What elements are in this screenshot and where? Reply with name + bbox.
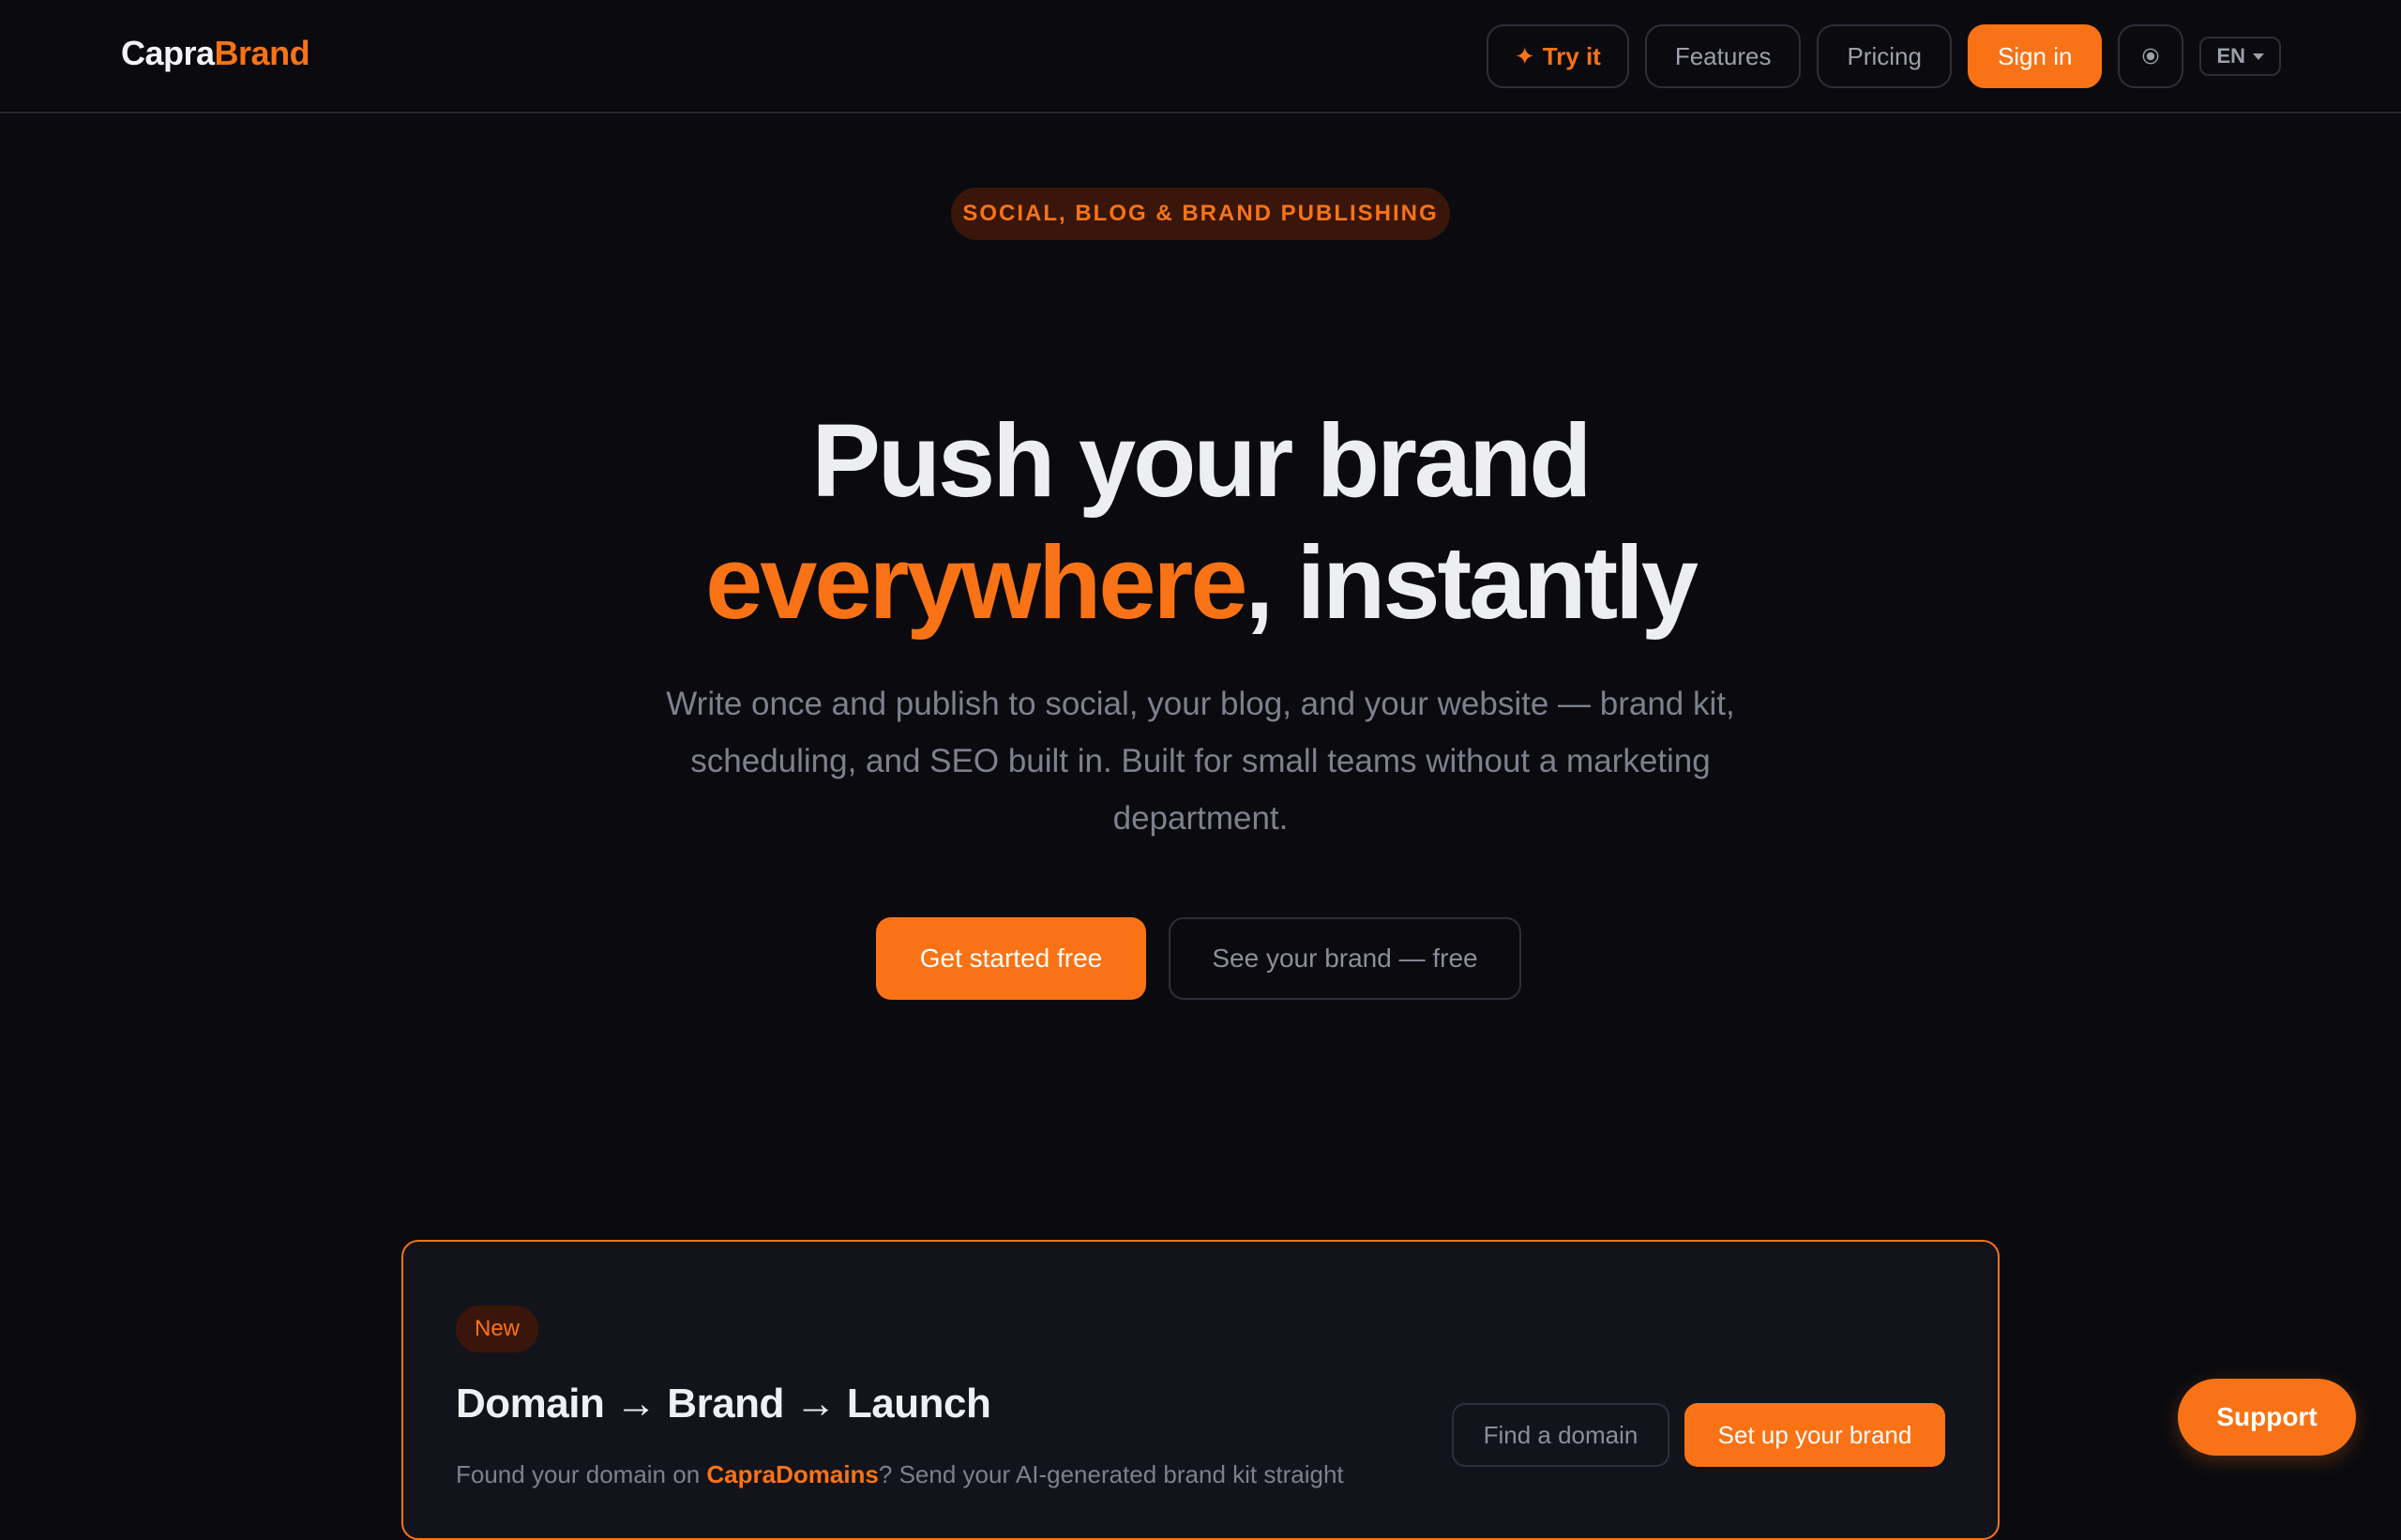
try-it-label: Try it	[1542, 41, 1601, 70]
hero-cta-row: Get started free See your brand — free	[0, 917, 2401, 1000]
language-select[interactable]: EN	[2199, 37, 2281, 76]
pricing-button[interactable]: Pricing	[1817, 24, 1952, 88]
hero-title-rest: , instantly	[1245, 525, 1699, 641]
sign-in-button[interactable]: Sign in	[1967, 24, 2103, 88]
promo-actions: Find a domain Set up your brand	[1452, 1403, 1945, 1467]
hero-eyebrow-badge: SOCIAL, BLOG & BRAND PUBLISHING	[951, 188, 1450, 240]
promo-desc-before: Found your domain on	[456, 1460, 707, 1488]
promo-description: Found your domain on CapraDomains? Send …	[456, 1456, 1412, 1493]
find-domain-button[interactable]: Find a domain	[1452, 1403, 1669, 1467]
brand-logo[interactable]: CapraBrand	[121, 34, 310, 73]
hero-lead: Write once and publish to social, your b…	[666, 686, 1735, 837]
pricing-label: Pricing	[1847, 41, 1922, 70]
features-label: Features	[1674, 41, 1772, 70]
promo-desc-after: ? Send your AI-generated brand kit strai…	[878, 1460, 1344, 1488]
capradomains-link[interactable]: CapraDomains	[706, 1460, 879, 1488]
nav-actions: ✦ Try it Features Pricing Sign in EN	[1486, 24, 2281, 88]
set-up-brand-button[interactable]: Set up your brand	[1684, 1403, 1945, 1467]
sign-in-label: Sign in	[1997, 41, 2073, 70]
sun-icon	[2147, 52, 2155, 61]
chevron-down-icon	[2253, 53, 2264, 60]
language-value: EN	[2216, 44, 2245, 68]
hero-title-line1: Push your brand	[811, 403, 1593, 519]
features-button[interactable]: Features	[1644, 24, 1802, 88]
top-nav: CapraBrand ✦ Try it Features Pricing Sig…	[0, 0, 2401, 113]
hero-title-line2: everywhere, instantly	[0, 532, 2401, 635]
get-started-button[interactable]: Get started free	[876, 917, 1146, 1000]
brand-name-part1: Capra	[121, 34, 215, 72]
support-button[interactable]: Support	[2178, 1379, 2356, 1456]
sparkle-icon: ✦	[1514, 41, 1535, 70]
try-it-button[interactable]: ✦ Try it	[1486, 24, 1629, 88]
promo-card: New Domain → Brand → Launch Found your d…	[401, 1240, 2000, 1540]
hero-title-accent: everywhere	[705, 525, 1247, 641]
new-badge: New	[456, 1306, 539, 1352]
theme-toggle-button[interactable]	[2118, 24, 2184, 88]
promo-title: Domain → Brand → Launch	[456, 1381, 991, 1427]
see-your-brand-button[interactable]: See your brand — free	[1169, 917, 1521, 1000]
brand-name-part2: Brand	[214, 34, 310, 72]
